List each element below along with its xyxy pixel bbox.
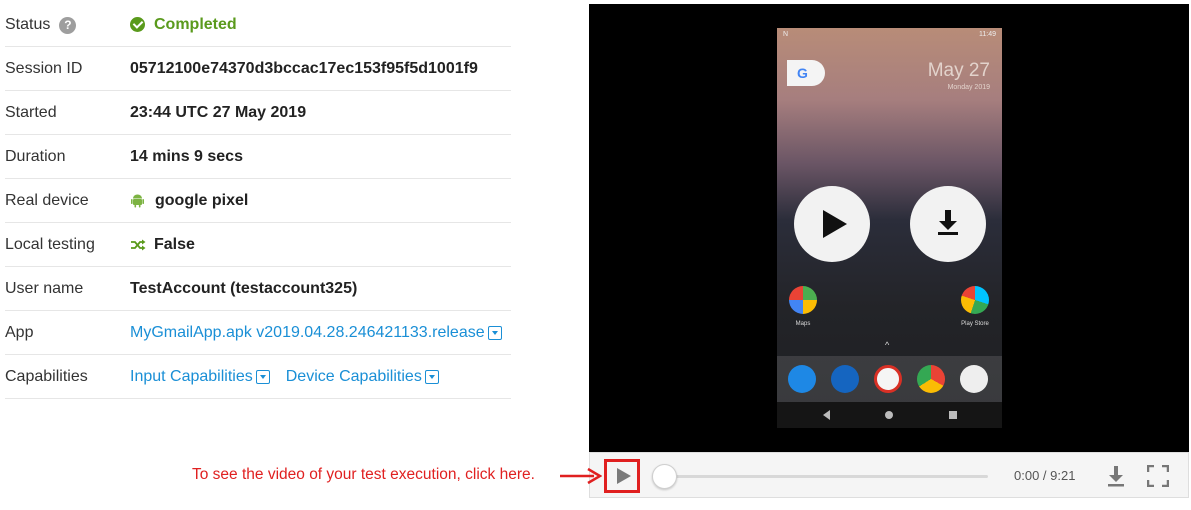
- session-id-label: Session ID: [5, 59, 83, 77]
- play-icon: [823, 210, 847, 238]
- annotation-hint: To see the video of your test execution,…: [192, 466, 535, 483]
- status-label-text: Status: [5, 15, 51, 33]
- play-store-app-label: Play Store: [961, 321, 989, 327]
- real-device-value: google pixel: [130, 192, 248, 210]
- device-screen-preview: N 11:49 G May 27 Monday 2019 Maps Play S…: [777, 28, 1002, 428]
- app-link-text[interactable]: MyGmailApp.apk v2019.04.28.246421133.rel…: [130, 324, 485, 342]
- chrome-app-icon: [917, 365, 945, 393]
- app-link[interactable]: MyGmailApp.apk v2019.04.28.246421133.rel…: [130, 324, 502, 342]
- app-row: App MyGmailApp.apk v2019.04.28.246421133…: [5, 311, 511, 355]
- phone-clock: 11:49: [979, 31, 996, 38]
- dropdown-icon[interactable]: [424, 369, 439, 384]
- app-label: App: [5, 323, 34, 341]
- back-icon: [823, 410, 830, 420]
- play-button[interactable]: [604, 459, 640, 493]
- user-name-row: User name TestAccount (testaccount325): [5, 267, 511, 311]
- download-icon: [938, 210, 958, 235]
- dropdown-icon[interactable]: [487, 325, 502, 340]
- recents-icon: [949, 411, 957, 419]
- device-capabilities-link[interactable]: Device Capabilities: [286, 368, 422, 386]
- play-store-app-icon: [961, 286, 989, 314]
- status-text: Completed: [154, 15, 237, 33]
- chevron-up-icon: ^: [885, 340, 890, 350]
- phone-app-icon: [788, 365, 816, 393]
- video-player[interactable]: N 11:49 G May 27 Monday 2019 Maps Play S…: [589, 4, 1189, 452]
- duration-value: 14 mins 9 secs: [130, 147, 243, 165]
- input-capabilities-link[interactable]: Input Capabilities: [130, 368, 253, 386]
- video-play-overlay-button[interactable]: [794, 186, 870, 262]
- dropdown-icon[interactable]: [255, 369, 270, 384]
- android-icon: [131, 194, 144, 207]
- download-icon[interactable]: [1106, 465, 1126, 487]
- capabilities-links: Input Capabilities Device Capabilities: [130, 368, 439, 386]
- help-icon[interactable]: ?: [59, 16, 77, 34]
- fullscreen-icon[interactable]: [1147, 465, 1169, 487]
- duration-label: Duration: [5, 147, 66, 165]
- video-controls: 0:00 / 9:21: [589, 452, 1189, 498]
- local-testing-label: Local testing: [5, 235, 95, 253]
- play-icon: [617, 468, 631, 484]
- seek-bar[interactable]: [658, 475, 988, 478]
- capabilities-row: Capabilities Input Capabilities Device C…: [5, 355, 511, 399]
- phone-status-bar: N 11:49: [777, 28, 1002, 42]
- started-label: Started: [5, 103, 57, 121]
- maps-app-label: Maps: [795, 321, 811, 327]
- started-row: Started 23:44 UTC 27 May 2019: [5, 91, 511, 135]
- maps-app-icon: [789, 286, 817, 314]
- user-name-value: TestAccount (testaccount325): [130, 279, 358, 297]
- local-testing-row: Local testing False: [5, 223, 511, 267]
- google-logo: G: [797, 65, 808, 81]
- real-device-text: google pixel: [155, 191, 249, 209]
- video-download-overlay-button[interactable]: [910, 186, 986, 262]
- status-label: Status?: [5, 16, 130, 34]
- session-id-value: 05712100e74370d3bccac17ec153f95f5d1001f9: [130, 59, 478, 77]
- real-device-row: Real device google pixel: [5, 179, 511, 223]
- real-device-label: Real device: [5, 191, 89, 209]
- check-circle-icon: [130, 17, 145, 32]
- capabilities-label: Capabilities: [5, 367, 88, 385]
- messages-app-icon: [831, 365, 859, 393]
- started-value: 23:44 UTC 27 May 2019: [130, 103, 307, 121]
- local-testing-text: False: [154, 235, 195, 253]
- gmail-app-icon: [874, 365, 902, 393]
- session-id-row: Session ID 05712100e74370d3bccac17ec153f…: [5, 47, 511, 91]
- session-details: Status? Completed Session ID 05712100e74…: [5, 3, 511, 399]
- status-row: Status? Completed: [5, 3, 511, 47]
- arrow-right-icon: [560, 467, 602, 485]
- playback-time: 0:00 / 9:21: [1014, 468, 1076, 483]
- phone-weekday: Monday 2019: [947, 84, 990, 91]
- duration-row: Duration 14 mins 9 secs: [5, 135, 511, 179]
- android-nav-bar: [777, 402, 1002, 428]
- home-icon: [885, 411, 893, 419]
- google-search-pill: G: [787, 60, 825, 86]
- shuffle-icon: [131, 239, 146, 250]
- local-testing-value: False: [130, 236, 195, 254]
- seek-handle[interactable]: [652, 464, 677, 489]
- phone-date: May 27: [927, 60, 990, 81]
- app-dock: [777, 356, 1002, 402]
- camera-app-icon: [960, 365, 988, 393]
- phone-status-left: N: [783, 31, 789, 38]
- status-value: Completed: [130, 16, 237, 34]
- user-name-label: User name: [5, 279, 84, 297]
